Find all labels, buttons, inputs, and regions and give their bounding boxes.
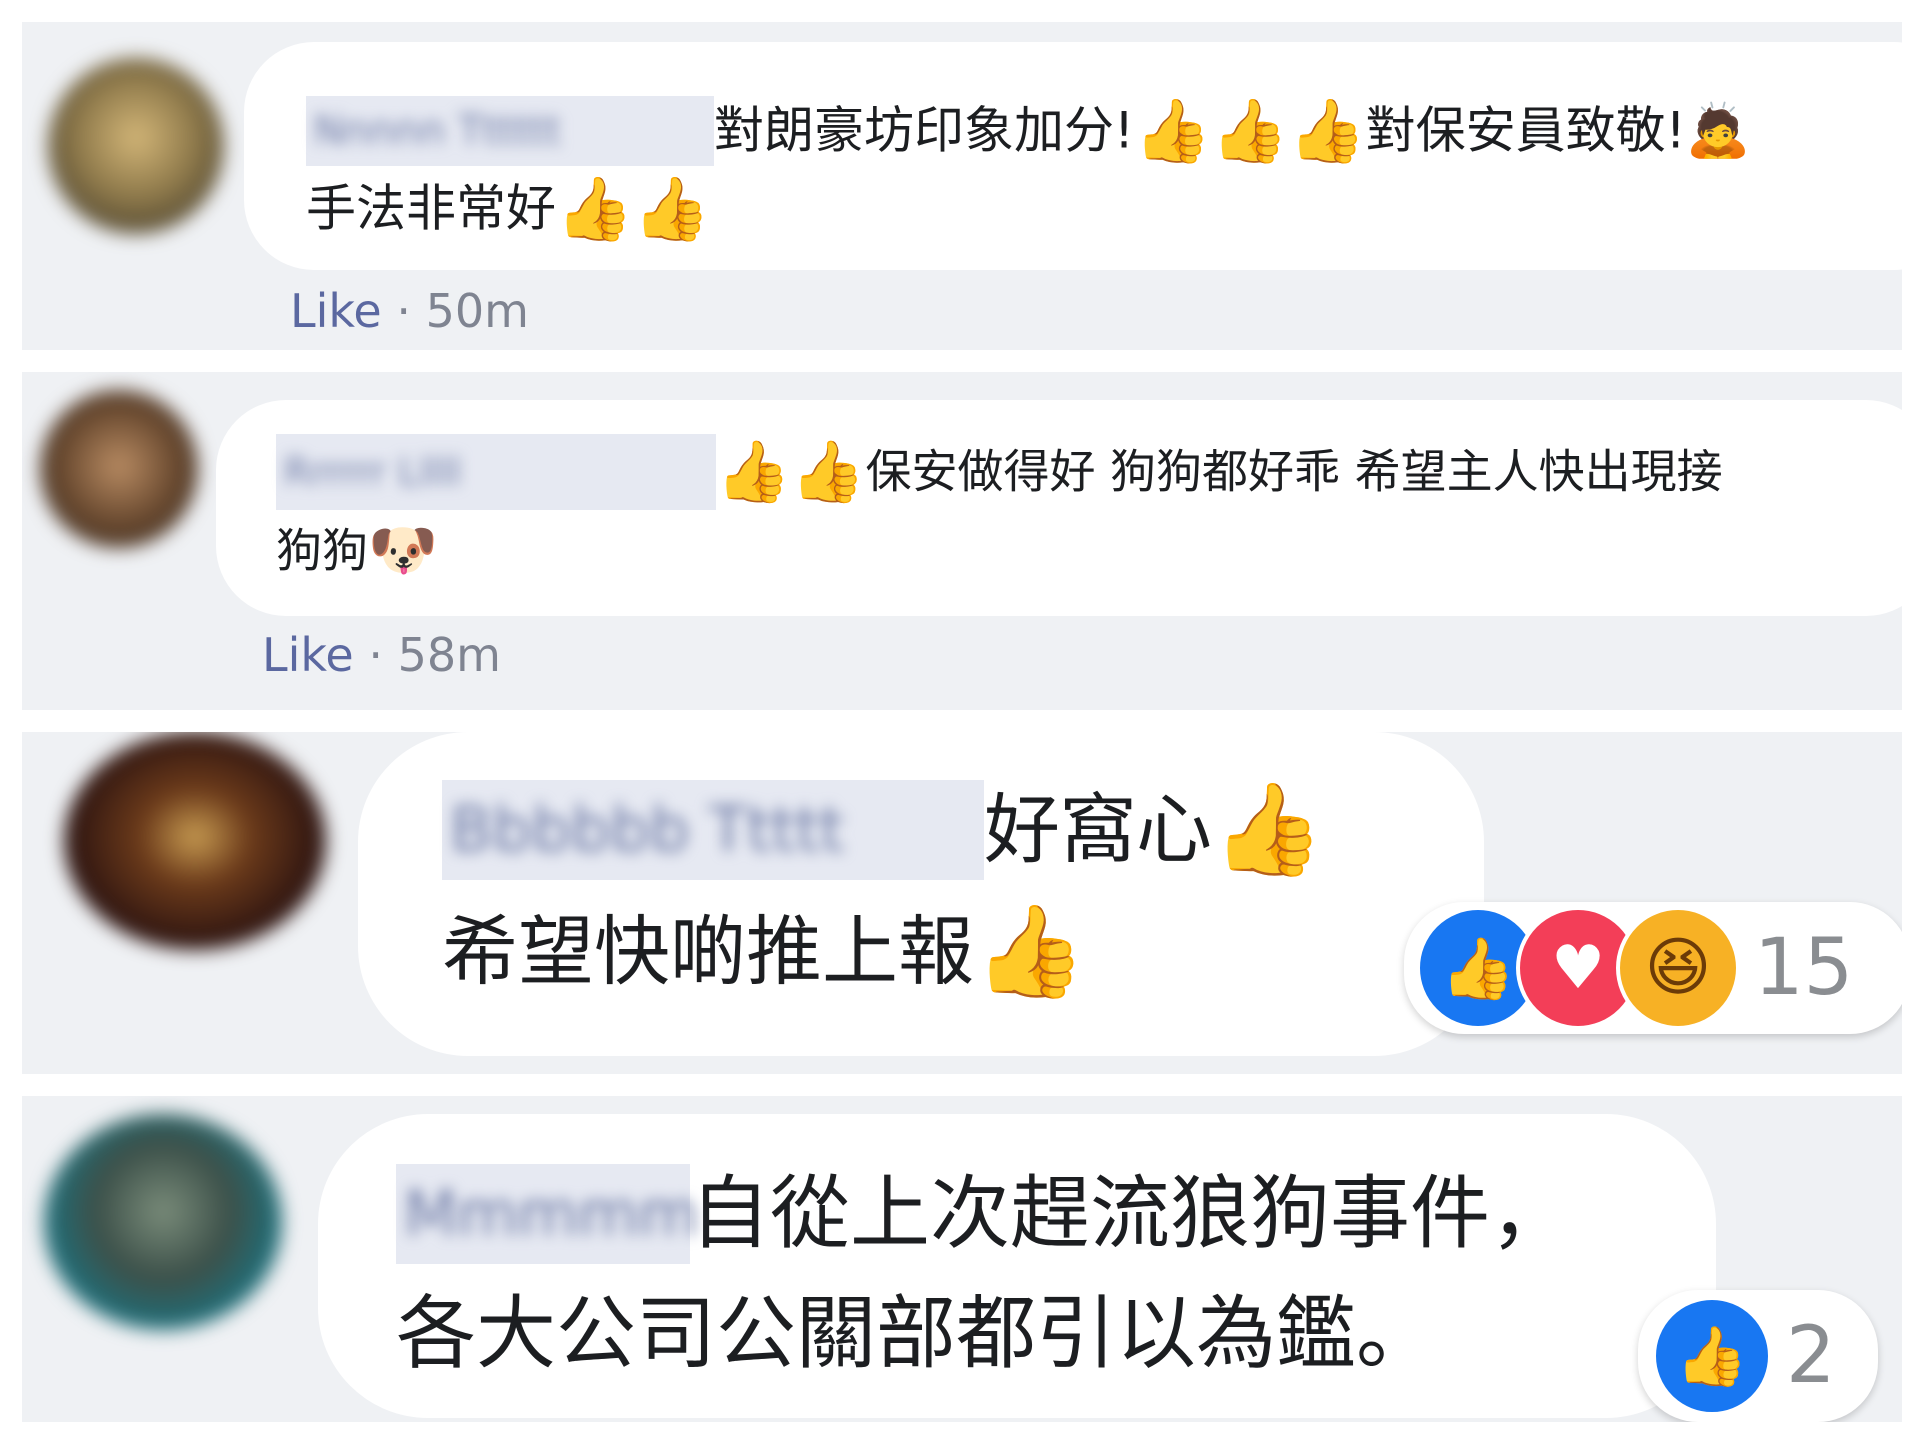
author-name[interactable]: Mmmmm [396, 1164, 699, 1265]
comment-text: 各大公司公關部都引以為鑑。 [396, 1287, 1436, 1381]
comment-line: Nnnnn Tttttt 對朗豪坊印象加分!👍👍👍對保安員致敬!🙇 [306, 92, 1750, 166]
comment-bubble: Bbbbbb Ttttt 好窩心👍 希望快啲推上報👍 [358, 732, 1484, 1056]
comment-text: 希望快啲推上報 [442, 907, 974, 996]
comment-bubble: Nnnnn Tttttt 對朗豪坊印象加分!👍👍👍對保安員致敬!🙇 手法非常好👍👍 [244, 42, 1902, 270]
comment-line: 狗狗🐶 [276, 512, 438, 583]
thumbs-up-emoji-icon: 👍 [556, 171, 634, 245]
author-name[interactable]: Rrrrrr Lllll [276, 433, 716, 510]
timestamp[interactable]: 58m [398, 628, 501, 682]
reaction-summary[interactable]: 👍 2 [1638, 1290, 1878, 1422]
thumbs-up-emoji-icon: 👍 [1212, 777, 1325, 882]
comment-text: 保安做得好 狗狗都好乖 希望主人快出現接 [865, 444, 1723, 499]
like-link[interactable]: Like [262, 628, 354, 682]
thumbs-up-emoji-icon: 👍 [1134, 93, 1212, 167]
person-bowing-emoji-icon: 🙇 [1685, 100, 1751, 161]
comment-text: 狗狗 [276, 523, 368, 578]
comment-line: Mmmmm 自從上次趕流狼狗事件， [396, 1154, 1570, 1265]
comment-line: 希望快啲推上報👍 [442, 892, 1086, 1004]
comment-text: 好窩心 [984, 785, 1212, 874]
thumbs-up-emoji-icon: 👍 [633, 171, 711, 245]
comment-line: 手法非常好👍👍 [306, 170, 710, 243]
comment-1: Nnnnn Tttttt 對朗豪坊印象加分!👍👍👍對保安員致敬!🙇 手法非常好👍👍… [22, 22, 1902, 350]
thumbs-up-emoji-icon: 👍 [790, 436, 866, 507]
comment-text: 自從上次趕流狼狗事件， [690, 1167, 1570, 1261]
avatar[interactable] [48, 58, 224, 234]
reaction-count: 15 [1754, 923, 1854, 1013]
comment-bubble: Rrrrrr Lllll 👍👍保安做得好 狗狗都好乖 希望主人快出現接 狗狗🐶 [216, 400, 1902, 616]
comment-text: 對保安員致敬! [1365, 101, 1686, 160]
like-link[interactable]: Like [290, 284, 382, 338]
comment-meta: Like · 50m [290, 284, 529, 338]
author-name[interactable]: Nnnnn Tttttt [306, 95, 714, 166]
comment-3: Bbbbbb Ttttt 好窩心👍 希望快啲推上報👍 👍 ♥ 😆 15 [22, 732, 1902, 1074]
author-name[interactable]: Bbbbbb Ttttt [442, 780, 984, 880]
timestamp[interactable]: 50m [426, 284, 529, 338]
avatar[interactable] [44, 1114, 282, 1330]
thumbs-up-emoji-icon: 👍 [1288, 93, 1366, 167]
meta-separator: · [368, 628, 383, 682]
avatar[interactable] [64, 732, 326, 950]
comment-text: 手法非常好 [306, 179, 556, 238]
dog-face-emoji-icon: 🐶 [368, 517, 438, 583]
comment-bubble: Mmmmm 自從上次趕流狼狗事件， 各大公司公關部都引以為鑑。 [318, 1114, 1716, 1418]
haha-icon: 😆 [1616, 906, 1740, 1030]
comment-meta: Like · 58m [262, 628, 501, 682]
comment-line: 各大公司公關部都引以為鑑。 [396, 1274, 1436, 1384]
reaction-summary[interactable]: 👍 ♥ 😆 15 [1404, 902, 1902, 1034]
thumbs-up-emoji-icon: 👍 [1211, 93, 1289, 167]
thumbs-up-emoji-icon: 👍 [716, 436, 791, 507]
comment-text: 對朗豪坊印象加分! [714, 101, 1135, 160]
comment-line: Bbbbbb Ttttt 好窩心👍 [442, 770, 1324, 882]
comment-4: Mmmmm 自從上次趕流狼狗事件， 各大公司公關部都引以為鑑。 👍 2 [22, 1096, 1902, 1422]
comment-2: Rrrrrr Lllll 👍👍保安做得好 狗狗都好乖 希望主人快出現接 狗狗🐶 L… [22, 372, 1902, 710]
reaction-count: 2 [1786, 1311, 1836, 1401]
meta-separator: · [396, 284, 411, 338]
like-icon: 👍 [1652, 1296, 1772, 1416]
avatar[interactable] [40, 390, 198, 548]
thumbs-up-emoji-icon: 👍 [974, 899, 1087, 1004]
comment-line: Rrrrrr Lllll 👍👍保安做得好 狗狗都好乖 希望主人快出現接 [276, 430, 1723, 510]
